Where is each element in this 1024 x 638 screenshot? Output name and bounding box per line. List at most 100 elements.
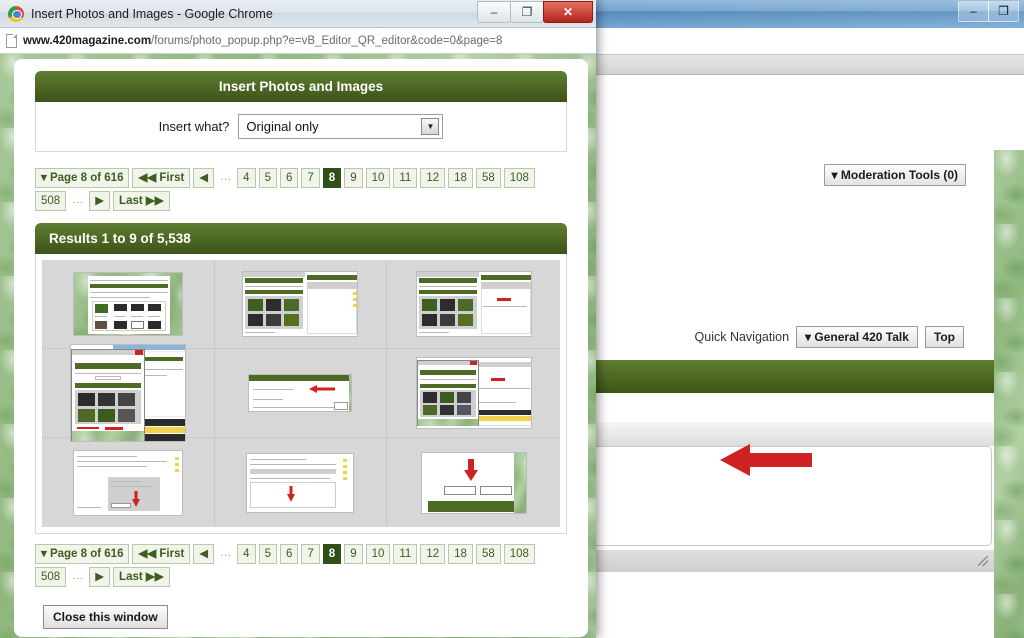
popup-content-card: Insert Photos and Images Insert what? Or… xyxy=(14,59,588,637)
page-button[interactable]: 10 xyxy=(365,168,391,188)
page-button[interactable]: 6 xyxy=(279,544,299,564)
bg-minimize-button[interactable]: – xyxy=(958,1,989,22)
quick-navigation-select[interactable]: ▾ General 420 Talk xyxy=(796,326,918,348)
page-button[interactable]: 12 xyxy=(420,544,446,564)
thumbnail-cell[interactable] xyxy=(42,344,215,442)
insert-photos-popup-window: Insert Photos and Images - Google Chrome… xyxy=(0,0,596,638)
red-pointer-arrow xyxy=(720,444,812,476)
pagination-ellipsis-left-bottom: … xyxy=(219,547,232,559)
thumbnail-image[interactable] xyxy=(415,357,532,429)
results-grid-inner xyxy=(42,260,560,527)
popup-url-bar[interactable]: www.420magazine.com/forums/photo_popup.p… xyxy=(0,28,596,54)
insert-what-panel: Insert what? Original only ▼ xyxy=(35,102,567,152)
pagination-ellipsis-left: … xyxy=(219,171,232,183)
page-button-current[interactable]: 8 xyxy=(322,168,342,188)
last-page-button[interactable]: Last ▶▶ xyxy=(113,191,170,211)
popup-url-domain: www.420magazine.com xyxy=(23,34,152,47)
thumbnail-image[interactable] xyxy=(415,271,532,337)
prev-page-button[interactable]: ◀ xyxy=(193,168,215,188)
thumbnail-image[interactable] xyxy=(72,449,183,516)
page-button[interactable]: 5 xyxy=(258,544,277,564)
thumbnail-cell[interactable] xyxy=(387,349,560,438)
resize-grip-icon[interactable] xyxy=(978,556,988,566)
pagination-ellipsis-right-bottom: … xyxy=(71,570,84,582)
page-button[interactable]: 10 xyxy=(365,544,391,564)
insert-what-label: Insert what? xyxy=(158,119,230,134)
popup-url-text: www.420magazine.com/forums/photo_popup.p… xyxy=(23,35,502,47)
thumbnail-cell[interactable] xyxy=(214,260,388,349)
popup-page-body: Insert Photos and Images Insert what? Or… xyxy=(0,54,596,638)
first-page-button[interactable]: ◀◀ First xyxy=(132,168,191,188)
last-page-button-bottom[interactable]: Last ▶▶ xyxy=(113,567,170,587)
thumbnail-image[interactable] xyxy=(420,451,527,514)
results-panel: Results 1 to 9 of 5,538 xyxy=(35,223,567,534)
page-right-marble-background xyxy=(994,150,1024,638)
page-button[interactable]: 11 xyxy=(393,544,418,564)
page-button-current-bottom[interactable]: 8 xyxy=(322,544,342,564)
page-button[interactable]: 4 xyxy=(237,544,256,564)
insert-what-value: Original only xyxy=(246,119,319,134)
first-page-button-bottom[interactable]: ◀◀ First xyxy=(132,544,191,564)
page-button[interactable]: 18 xyxy=(448,544,473,564)
prev-page-button-bottom[interactable]: ◀ xyxy=(193,544,215,564)
top-button[interactable]: Top xyxy=(924,326,964,348)
page-button[interactable]: 12 xyxy=(420,168,446,188)
quick-navigation-row: Quick Navigation ▾ General 420 Talk Top xyxy=(695,326,964,348)
page-indicator-bottom[interactable]: ▾ Page 8 of 616 xyxy=(35,544,130,564)
page-indicator[interactable]: ▾ Page 8 of 616 xyxy=(35,168,130,188)
page-button[interactable]: 18 xyxy=(448,168,473,188)
page-button[interactable]: 58 xyxy=(475,168,501,188)
insert-photos-panel-title: Insert Photos and Images xyxy=(35,71,567,102)
next-page-button[interactable]: ▶ xyxy=(89,191,111,211)
page-button[interactable]: 508 xyxy=(35,567,67,587)
background-window-controls: – ❐ xyxy=(958,1,1019,23)
page-button[interactable]: 7 xyxy=(301,168,320,188)
thumbnail-image[interactable] xyxy=(72,272,183,336)
popup-minimize-button[interactable]: – xyxy=(477,1,511,23)
insert-photos-panel: Insert Photos and Images Insert what? Or… xyxy=(35,71,567,152)
page-button[interactable]: 6 xyxy=(279,168,299,188)
page-button[interactable]: 11 xyxy=(393,168,418,188)
popup-window-title: Insert Photos and Images - Google Chrome xyxy=(31,6,273,21)
page-button[interactable]: 7 xyxy=(301,544,320,564)
moderation-tools-label: ▾ Moderation Tools (0) xyxy=(831,168,958,182)
popup-titlebar: Insert Photos and Images - Google Chrome… xyxy=(0,0,596,28)
insert-what-row: Insert what? Original only ▼ xyxy=(36,114,566,139)
close-this-window-button[interactable]: Close this window xyxy=(43,605,168,629)
thumbnail-cell[interactable] xyxy=(214,438,388,527)
pagination-bottom: ▾ Page 8 of 616 ◀◀ First ◀ … 4 5 6 7 8 9… xyxy=(35,544,567,587)
thumbnail-image[interactable] xyxy=(242,271,359,337)
page-button[interactable]: 4 xyxy=(237,168,256,188)
popup-window-controls: – ❐ ✕ xyxy=(477,1,593,23)
page-button[interactable]: 5 xyxy=(258,168,277,188)
thumbnail-cell[interactable] xyxy=(387,438,560,527)
page-file-icon xyxy=(6,33,17,48)
chrome-logo-icon xyxy=(8,5,24,22)
popup-url-path: /forums/photo_popup.php?e=vB_Editor_QR_e… xyxy=(151,34,503,47)
page-button[interactable]: 108 xyxy=(503,168,535,188)
page-button[interactable]: 508 xyxy=(35,191,67,211)
thumbnail-cell[interactable] xyxy=(387,260,560,349)
thumbnail-image[interactable] xyxy=(69,344,186,442)
thumbnail-cell[interactable] xyxy=(42,260,215,349)
page-button[interactable]: 108 xyxy=(503,544,535,564)
thumbnail-image[interactable] xyxy=(246,452,355,513)
thumbnail-image[interactable] xyxy=(248,374,353,412)
page-button[interactable]: 9 xyxy=(344,168,363,188)
results-grid xyxy=(35,254,567,534)
quick-navigation-label: Quick Navigation xyxy=(694,330,790,344)
chevron-down-icon[interactable]: ▼ xyxy=(421,118,440,135)
results-title: Results 1 to 9 of 5,538 xyxy=(35,223,567,254)
pagination-ellipsis-right: … xyxy=(71,194,84,206)
thumbnail-cell[interactable] xyxy=(214,349,388,438)
popup-close-button[interactable]: ✕ xyxy=(543,1,593,23)
pagination-top: ▾ Page 8 of 616 ◀◀ First ◀ … 4 5 6 7 8 9… xyxy=(35,168,567,211)
moderation-tools-button[interactable]: ▾ Moderation Tools (0) xyxy=(823,164,966,186)
thumbnail-cell[interactable] xyxy=(42,438,215,527)
next-page-button-bottom[interactable]: ▶ xyxy=(89,567,111,587)
page-button[interactable]: 58 xyxy=(475,544,501,564)
bg-maximize-button[interactable]: ❐ xyxy=(988,1,1019,22)
popup-maximize-button[interactable]: ❐ xyxy=(510,1,544,23)
page-button[interactable]: 9 xyxy=(344,544,363,564)
insert-what-select[interactable]: Original only ▼ xyxy=(238,114,444,139)
